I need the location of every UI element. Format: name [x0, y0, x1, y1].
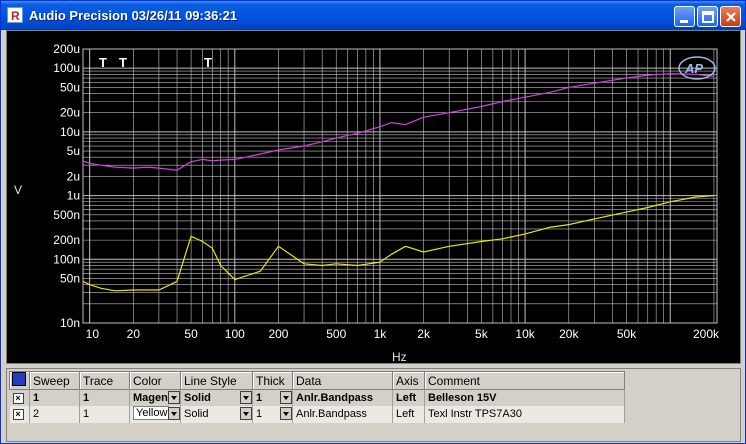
color-select[interactable]: Yellow: [129, 405, 181, 423]
thick-value: 1: [256, 391, 263, 404]
y-tick-label: 10n: [60, 316, 80, 330]
cell-trace[interactable]: 1: [79, 389, 130, 406]
select-all-icon: [12, 372, 26, 386]
dropdown-arrow-icon[interactable]: [240, 391, 252, 404]
line-style-select[interactable]: Solid: [180, 405, 253, 423]
y-tick-label: 100u: [53, 61, 80, 75]
header-trace[interactable]: Trace: [79, 371, 130, 390]
cell-sweep[interactable]: 1: [29, 389, 80, 406]
dropdown-arrow-icon[interactable]: [168, 391, 180, 404]
x-tick-label: 20: [127, 327, 141, 341]
cell-data[interactable]: Anlr.Bandpass: [292, 389, 393, 406]
close-button[interactable]: [720, 6, 741, 27]
header-line-style[interactable]: Line Style: [180, 371, 253, 390]
app-icon-letter: R: [11, 9, 20, 23]
x-tick-label: 10k: [515, 327, 535, 341]
y-axis-label: V: [14, 183, 22, 197]
header-comment[interactable]: Comment: [424, 371, 625, 390]
x-tick-label: 50: [184, 327, 198, 341]
y-tick-label: 5u: [67, 144, 80, 158]
cell-trace[interactable]: 1: [79, 405, 130, 423]
header-color[interactable]: Color: [129, 371, 181, 390]
line-style-select[interactable]: Solid: [180, 389, 253, 406]
dropdown-arrow-icon[interactable]: [168, 406, 180, 420]
x-tick-labels: 10 20 50 100 200 500 1k 2k 5k 10k 20k 50k 200k: [86, 327, 720, 341]
thick-select[interactable]: 1: [252, 405, 293, 423]
header-thick[interactable]: Thick: [252, 371, 293, 390]
audio-precision-window: R Audio Precision 03/26/11 09:36:21 200u…: [0, 0, 746, 444]
y-tick-label: 500n: [53, 208, 80, 222]
x-tick-label: 20k: [559, 327, 579, 341]
minimize-icon: [680, 20, 688, 23]
x-axis-label: Hz: [392, 350, 407, 363]
grid-lines: [82, 48, 718, 324]
x-tick-label: 100: [225, 327, 245, 341]
graph-canvas[interactable]: 200u 100u 50u 20u 10u 5u 2u 1u 500n 200n 100n 50n 10…: [7, 31, 740, 363]
row-enable-checkbox[interactable]: ×: [12, 392, 24, 404]
thick-select[interactable]: 1: [252, 389, 293, 406]
x-tick-label: 1k: [374, 327, 388, 341]
table-row[interactable]: × 2 1 Yellow Solid 1 Anlr.Bandpass Left …: [9, 405, 625, 423]
x-tick-label: 5k: [475, 327, 489, 341]
y-tick-label: 200u: [53, 42, 80, 56]
y-tick-label: 50n: [60, 271, 80, 285]
x-tick-label: 10: [86, 327, 100, 341]
table-header-row: Sweep Trace Color Line Style Thick Data …: [9, 371, 625, 390]
ap-logo-text: AP: [684, 61, 703, 76]
marker-t-2[interactable]: T: [119, 55, 127, 70]
cell-axis[interactable]: Left: [392, 405, 425, 423]
header-select-all[interactable]: [9, 371, 30, 390]
color-select-value: Magen: [133, 391, 168, 404]
maximize-button[interactable]: [697, 6, 718, 27]
color-select-value: Yellow: [133, 405, 169, 420]
y-tick-label: 200n: [53, 233, 80, 247]
color-select[interactable]: Magen: [129, 389, 181, 406]
title-bar[interactable]: R Audio Precision 03/26/11 09:36:21: [1, 1, 745, 30]
x-tick-label: 2k: [417, 327, 431, 341]
header-data[interactable]: Data: [292, 371, 393, 390]
window-title: Audio Precision 03/26/11 09:36:21: [29, 8, 238, 23]
trace-line-1[interactable]: [82, 73, 714, 171]
app-icon[interactable]: R: [7, 7, 23, 23]
cell-sweep[interactable]: 2: [29, 405, 80, 423]
marker-t-3[interactable]: T: [204, 55, 212, 70]
line-style-value: Solid: [184, 391, 211, 404]
x-tick-label: 500: [326, 327, 346, 341]
x-tick-label: 200k: [693, 327, 720, 341]
cell-comment[interactable]: Belleson 15V: [424, 389, 625, 406]
y-tick-label: 10u: [60, 125, 80, 139]
header-axis[interactable]: Axis: [392, 371, 425, 390]
cell-axis[interactable]: Left: [392, 389, 425, 406]
plot-frame: [82, 48, 718, 324]
y-tick-labels: 200u 100u 50u 20u 10u 5u 2u 1u 500n 200n 100n 50n 10…: [53, 42, 80, 330]
line-style-value: Solid: [184, 408, 209, 420]
table-row[interactable]: × 1 1 Magen Solid 1 Anlr.Bandpass Left B…: [9, 389, 625, 406]
marker-t-1[interactable]: T: [99, 55, 107, 70]
header-sweep[interactable]: Sweep: [29, 371, 80, 390]
cell-comment[interactable]: Texl Instr TPS7A30: [424, 405, 625, 423]
dropdown-arrow-icon[interactable]: [240, 406, 252, 420]
dropdown-arrow-icon[interactable]: [280, 406, 292, 420]
trace-table: Sweep Trace Color Line Style Thick Data …: [6, 368, 741, 442]
x-tick-label: 50k: [617, 327, 637, 341]
x-tick-label: 200: [268, 327, 288, 341]
y-tick-label: 2u: [67, 169, 80, 183]
traces: [82, 73, 714, 292]
y-tick-label: 100n: [53, 252, 80, 266]
close-icon: [726, 12, 736, 22]
thick-value: 1: [256, 408, 263, 420]
y-tick-label: 50u: [60, 80, 80, 94]
row-enable-checkbox[interactable]: ×: [12, 409, 24, 420]
dropdown-arrow-icon[interactable]: [280, 391, 292, 404]
cell-data[interactable]: Anlr.Bandpass: [292, 405, 393, 423]
y-tick-label: 20u: [60, 106, 80, 120]
minimize-button[interactable]: [674, 6, 695, 27]
y-tick-label: 1u: [67, 189, 80, 203]
graph-panel: 200u 100u 50u 20u 10u 5u 2u 1u 500n 200n 100n 50n 10…: [6, 30, 741, 364]
maximize-icon: [702, 11, 714, 23]
